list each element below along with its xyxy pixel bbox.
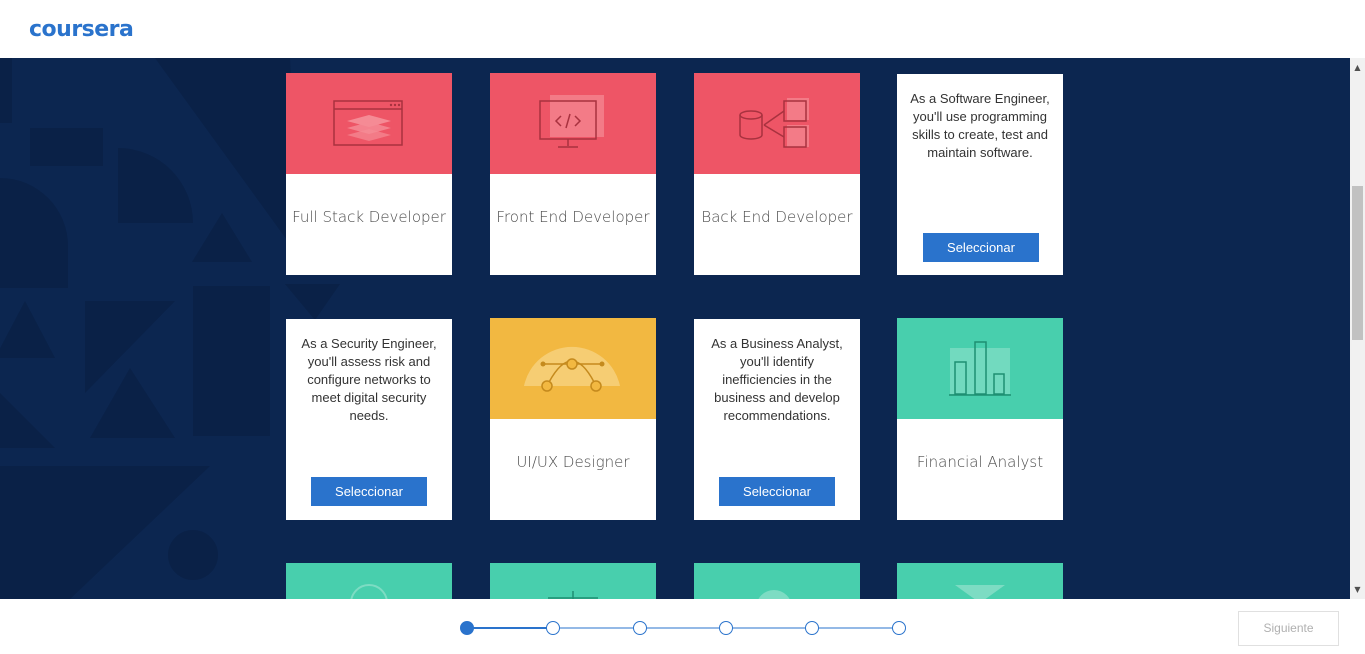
card-title: UI/UX Designer: [516, 453, 630, 471]
partial-illustration-icon: [350, 584, 388, 599]
partial-illustration-icon: [758, 590, 790, 599]
step-dot[interactable]: [805, 621, 819, 635]
card-title: Back End Developer: [701, 208, 853, 226]
partial-illustration-icon: [955, 585, 1005, 599]
step-dot[interactable]: [460, 621, 474, 635]
role-card-ui-ux[interactable]: UI/UX Designer: [490, 318, 656, 520]
card-illustration: [286, 73, 452, 174]
card-illustration: [694, 73, 860, 174]
role-card-partial[interactable]: [286, 563, 452, 599]
coursera-logo[interactable]: coursera: [29, 17, 134, 42]
card-illustration: [490, 73, 656, 174]
card-title: Front End Developer: [496, 208, 650, 226]
role-card-partial[interactable]: [897, 563, 1063, 599]
database-server-icon: [739, 98, 809, 148]
vertical-scrollbar[interactable]: ▲ ▼: [1350, 58, 1365, 599]
role-card-software-engineer[interactable]: As a Software Engineer, you'll use progr…: [897, 74, 1063, 275]
role-card-back-end[interactable]: Back End Developer: [694, 73, 860, 275]
partial-illustration-icon: [548, 591, 598, 599]
code-monitor-icon: [539, 95, 604, 148]
select-button[interactable]: Seleccionar: [311, 477, 427, 506]
step-dot[interactable]: [719, 621, 733, 635]
role-card-front-end[interactable]: Front End Developer: [490, 73, 656, 275]
footer: Siguiente: [0, 599, 1365, 654]
browser-layers-icon: [333, 100, 403, 146]
select-button[interactable]: Seleccionar: [923, 233, 1039, 262]
scroll-up-arrow-icon[interactable]: ▲: [1350, 60, 1365, 75]
step-dot[interactable]: [892, 621, 906, 635]
header: coursera: [0, 0, 1365, 58]
role-card-partial[interactable]: [694, 563, 860, 599]
select-button[interactable]: Seleccionar: [719, 477, 835, 506]
scroll-down-arrow-icon[interactable]: ▼: [1350, 582, 1365, 597]
card-illustration: [897, 318, 1063, 419]
role-card-business-analyst[interactable]: As a Business Analyst, you'll identify i…: [694, 319, 860, 520]
step-progress: [460, 621, 906, 635]
step-dot[interactable]: [633, 621, 647, 635]
role-card-financial-analyst[interactable]: Financial Analyst: [897, 318, 1063, 520]
scroll-thumb[interactable]: [1352, 186, 1363, 340]
role-card-partial[interactable]: [490, 563, 656, 599]
next-button[interactable]: Siguiente: [1238, 611, 1339, 646]
role-card-full-stack[interactable]: Full Stack Developer: [286, 73, 452, 275]
bar-chart-icon: [949, 341, 1011, 396]
card-illustration: [490, 318, 656, 419]
bezier-curve-icon: [524, 346, 620, 392]
role-card-security-engineer[interactable]: As a Security Engineer, you'll assess ri…: [286, 319, 452, 520]
card-title: Full Stack Developer: [292, 208, 446, 226]
card-description: As a Business Analyst, you'll identify i…: [711, 336, 843, 423]
card-description: As a Security Engineer, you'll assess ri…: [301, 336, 437, 423]
role-selection-area: Full Stack Developer Front End Developer: [0, 58, 1350, 599]
card-description: As a Software Engineer, you'll use progr…: [910, 91, 1050, 160]
step-dot[interactable]: [546, 621, 560, 635]
card-title: Financial Analyst: [916, 453, 1044, 471]
